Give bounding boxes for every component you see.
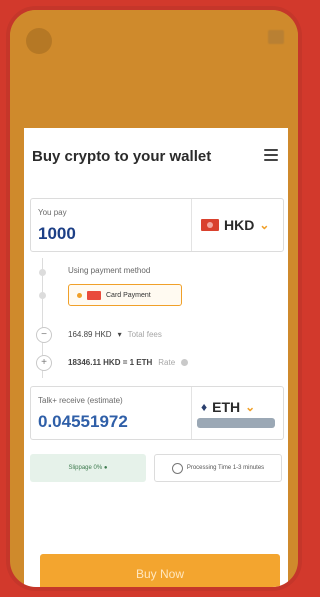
plus-icon: + [36,355,52,371]
rate-value: 18346.11 HKD = 1 ETH [68,358,153,367]
processing-label: Processing Time 1-3 minutes [186,465,265,471]
receive-field: Talk+ receive (estimate) 0.04551972 ♦ ET… [30,386,284,440]
chevron-down-icon: ⌄ [245,400,256,414]
card-icon [87,290,101,300]
card-payment-option[interactable]: Card Payment [68,284,182,306]
receive-currency-select[interactable]: ♦ ETH ⌄ [201,399,255,415]
buy-now-button[interactable]: Buy Now [40,554,280,587]
receive-amount: 0.04551972 [38,412,128,431]
payment-method-label: Using payment method [68,266,151,275]
receive-label: Talk+ receive (estimate) [38,396,123,405]
buy-crypto-panel: Buy crypto to your wallet You pay 1000 H… [24,128,288,587]
receive-currency-label: ETH [212,399,241,415]
processing-time-badge: Processing Time 1-3 minutes [154,454,282,482]
app-screen: Buy crypto to your wallet You pay 1000 H… [10,10,298,587]
flag-hk-icon [201,219,219,231]
minus-icon: − [36,327,52,343]
rate-line: 18346.11 HKD = 1 ETH Rate [68,358,189,367]
pay-currency-select[interactable]: HKD ⌄ [201,217,269,233]
timeline-dot [39,269,46,276]
menu-icon[interactable] [264,149,278,161]
panel-title: Buy crypto to your wallet [32,148,212,165]
pay-currency-label: HKD [224,217,255,233]
clock-icon [171,462,183,474]
fees-amount: 164.89 HKD [68,330,112,339]
background-header [10,10,298,140]
home-icon[interactable] [268,30,284,44]
chevron-down-icon: ⌄ [259,218,270,232]
selected-radio-icon [77,292,82,298]
fees-line: 164.89 HKD ▾ Total fees [68,330,162,339]
rate-label: Rate [158,358,176,367]
eth-icon: ♦ [201,400,208,414]
chevron-down-icon[interactable]: ▾ [118,330,122,339]
fees-label: Total fees [127,330,162,339]
pay-field: You pay 1000 HKD ⌄ [30,198,284,252]
device-frame: Buy crypto to your wallet You pay 1000 H… [6,6,302,591]
pay-amount-input[interactable]: 1000 [38,224,76,244]
avatar[interactable] [26,28,52,54]
slippage-badge[interactable]: Slippage 0% ● [30,454,146,482]
divider [191,199,192,251]
card-payment-label: Card Payment [106,291,151,299]
pay-label: You pay [38,208,67,217]
network-badge [197,418,275,428]
info-icon[interactable] [181,359,189,366]
timeline-dot [39,292,46,299]
slippage-label: Slippage 0% ● [68,465,108,471]
divider [191,387,192,439]
